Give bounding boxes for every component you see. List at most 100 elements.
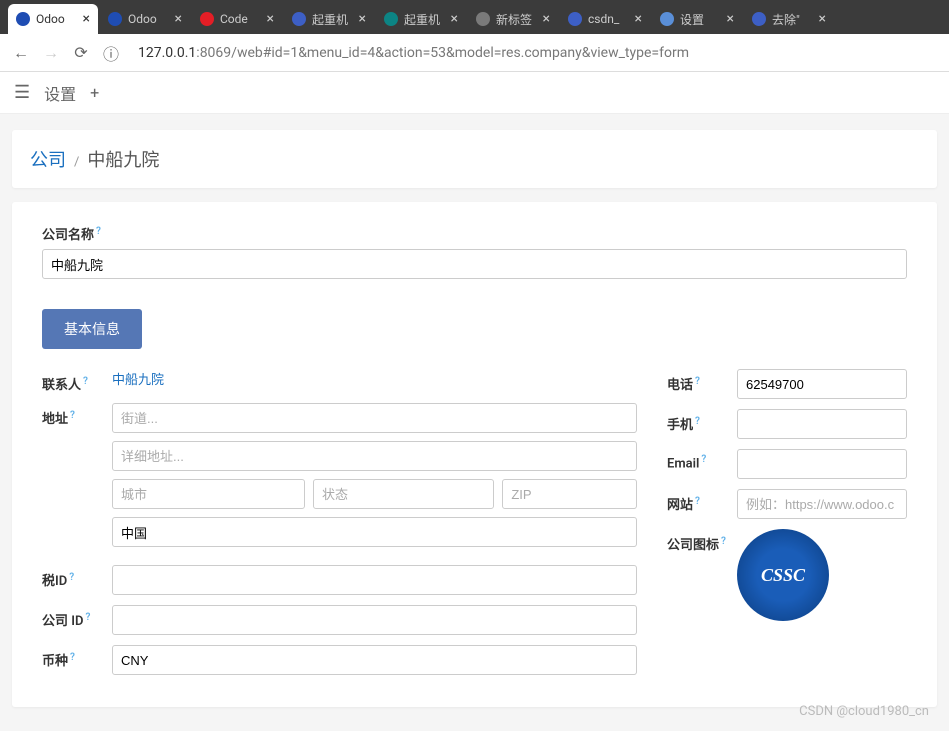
help-icon[interactable]: ?	[69, 572, 74, 583]
country-input[interactable]	[112, 517, 637, 547]
companyid-input[interactable]	[112, 605, 637, 635]
refresh-icon[interactable]: ⟳	[70, 43, 92, 62]
label-text: 币种	[42, 654, 68, 669]
close-icon[interactable]: ×	[727, 11, 734, 27]
address-label: 地址?	[42, 403, 112, 555]
website-row: 网站?	[667, 489, 907, 519]
browser-tab[interactable]: 设置×	[652, 4, 742, 34]
tab-title: csdn_	[588, 12, 631, 26]
info-icon[interactable]: ⓘ	[100, 41, 122, 65]
watermark: CSDN @cloud1980_cn	[799, 704, 929, 719]
label-text: 联系人	[42, 378, 81, 393]
close-icon[interactable]: ×	[635, 11, 642, 27]
tab-title: 设置	[680, 11, 723, 28]
tab-title: Odoo	[128, 12, 171, 26]
help-icon[interactable]: ?	[701, 454, 706, 465]
label-text: 公司名称	[42, 228, 94, 243]
help-icon[interactable]: ?	[695, 376, 700, 387]
help-icon[interactable]: ?	[85, 612, 90, 623]
label-text: 公司图标	[667, 538, 719, 553]
currency-row: 币种?	[42, 645, 637, 675]
state-input[interactable]	[313, 479, 494, 509]
label-text: 地址	[42, 412, 68, 427]
url-path: /web#id=1&menu_id=4&action=53&model=res.…	[231, 45, 689, 61]
content: 公司 / 中船九院 公司名称? 基本信息 联系人? 中船九院 地址?	[0, 114, 949, 707]
breadcrumb-current: 中船九院	[87, 146, 159, 172]
close-icon[interactable]: ×	[819, 11, 826, 27]
website-input[interactable]	[737, 489, 907, 519]
tab-title: 去除"	[772, 11, 815, 28]
mobile-row: 手机?	[667, 409, 907, 439]
form-right-col: 电话? 手机? Email? 网站? 公司图标? CSSC	[667, 369, 907, 685]
breadcrumb-root[interactable]: 公司	[30, 146, 66, 172]
company-name-input[interactable]	[42, 249, 907, 279]
app-header: ☰ 设置 +	[0, 72, 949, 114]
taxid-input[interactable]	[112, 565, 637, 595]
breadcrumb-sep: /	[74, 155, 79, 170]
browser-tab[interactable]: Odoo ×	[100, 4, 190, 34]
company-logo[interactable]: CSSC	[737, 529, 829, 621]
menu-icon[interactable]: ☰	[14, 82, 30, 103]
website-label: 网站?	[667, 489, 737, 519]
forward-icon[interactable]: →	[40, 43, 62, 63]
browser-tab[interactable]: csdn_ ×	[560, 4, 650, 34]
browser-tab[interactable]: 起重机×	[376, 4, 466, 34]
tab-favicon	[292, 12, 306, 26]
phone-label: 电话?	[667, 369, 737, 399]
zip-input[interactable]	[502, 479, 637, 509]
email-input[interactable]	[737, 449, 907, 479]
label-text: 税ID	[42, 574, 67, 589]
browser-tab[interactable]: 去除"×	[744, 4, 834, 34]
help-icon[interactable]: ?	[70, 410, 75, 421]
tab-favicon	[476, 12, 490, 26]
help-icon[interactable]: ?	[83, 376, 88, 387]
email-row: Email?	[667, 449, 907, 479]
tab-favicon	[384, 12, 398, 26]
street-input[interactable]	[112, 403, 637, 433]
logo-row: 公司图标? CSSC	[667, 529, 907, 621]
city-input[interactable]	[112, 479, 305, 509]
tab-basic-info[interactable]: 基本信息	[42, 309, 142, 349]
mobile-input[interactable]	[737, 409, 907, 439]
browser-tab[interactable]: Odoo ×	[8, 4, 98, 34]
close-icon[interactable]: ×	[451, 11, 458, 27]
form-grid: 联系人? 中船九院 地址?	[42, 369, 907, 685]
close-icon[interactable]: ×	[543, 11, 550, 27]
tab-favicon	[200, 12, 214, 26]
help-icon[interactable]: ?	[96, 226, 101, 237]
help-icon[interactable]: ?	[695, 496, 700, 507]
companyid-row: 公司 ID?	[42, 605, 637, 635]
phone-input[interactable]	[737, 369, 907, 399]
tab-title: Odoo	[36, 12, 79, 26]
browser-tab[interactable]: Code×	[192, 4, 282, 34]
label-text: 公司 ID	[42, 614, 83, 629]
close-icon[interactable]: ×	[175, 11, 182, 27]
back-icon[interactable]: ←	[10, 43, 32, 63]
label-text: Email	[667, 456, 699, 471]
tab-favicon	[660, 12, 674, 26]
address-bar[interactable]: 127.0.0.1:8069/web#id=1&menu_id=4&action…	[130, 41, 939, 65]
help-icon[interactable]: ?	[695, 416, 700, 427]
help-icon[interactable]: ?	[70, 652, 75, 663]
tab-favicon	[752, 12, 766, 26]
url-host: 127.0.0.1	[138, 45, 196, 61]
logo-label: 公司图标?	[667, 529, 737, 621]
contact-value[interactable]: 中船九院	[112, 369, 637, 393]
plus-icon[interactable]: +	[90, 83, 99, 102]
tab-favicon	[16, 12, 30, 26]
currency-label: 币种?	[42, 645, 112, 675]
contact-label: 联系人?	[42, 369, 112, 393]
help-icon[interactable]: ?	[721, 536, 726, 547]
street2-input[interactable]	[112, 441, 637, 471]
app-title: 设置	[44, 81, 76, 105]
taxid-row: 税ID?	[42, 565, 637, 595]
companyid-label: 公司 ID?	[42, 605, 112, 635]
phone-row: 电话?	[667, 369, 907, 399]
close-icon[interactable]: ×	[83, 11, 90, 27]
tab-title: 起重机	[312, 11, 355, 28]
close-icon[interactable]: ×	[267, 11, 274, 27]
browser-tab[interactable]: 起重机×	[284, 4, 374, 34]
currency-input[interactable]	[112, 645, 637, 675]
close-icon[interactable]: ×	[359, 11, 366, 27]
browser-tab[interactable]: 新标签×	[468, 4, 558, 34]
